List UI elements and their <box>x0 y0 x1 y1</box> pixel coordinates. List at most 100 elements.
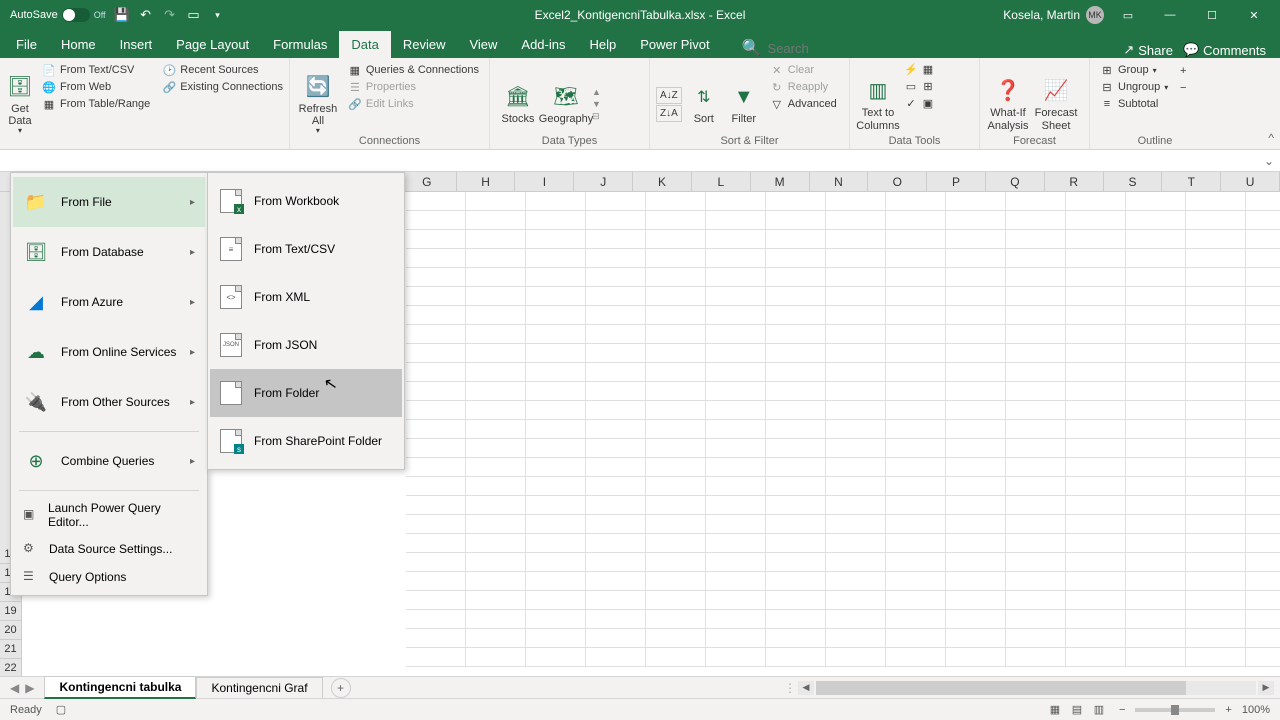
cell[interactable] <box>886 287 946 306</box>
gallery-up-icon[interactable]: ▲ <box>592 87 601 97</box>
cell[interactable] <box>1126 553 1186 572</box>
cell[interactable] <box>646 230 706 249</box>
cell[interactable] <box>946 648 1006 667</box>
cell[interactable] <box>706 230 766 249</box>
tab-insert[interactable]: Insert <box>108 31 165 58</box>
subtotal-button[interactable]: ≡Subtotal <box>1096 96 1172 112</box>
column-header[interactable]: H <box>457 172 516 191</box>
cell[interactable] <box>1246 382 1280 401</box>
cell[interactable] <box>706 249 766 268</box>
cell[interactable] <box>406 230 466 249</box>
cell[interactable] <box>406 287 466 306</box>
cell[interactable] <box>406 629 466 648</box>
advanced-button[interactable]: ▽Advanced <box>766 96 841 112</box>
cell[interactable] <box>946 268 1006 287</box>
row-header[interactable]: 19 <box>0 602 22 621</box>
cell[interactable] <box>886 534 946 553</box>
cell[interactable] <box>466 591 526 610</box>
cell[interactable] <box>466 477 526 496</box>
cell[interactable] <box>1246 401 1280 420</box>
cell[interactable] <box>586 629 646 648</box>
cell[interactable] <box>406 610 466 629</box>
cell[interactable] <box>1126 249 1186 268</box>
cell[interactable] <box>706 496 766 515</box>
cell[interactable] <box>646 610 706 629</box>
cell[interactable] <box>526 534 586 553</box>
hscroll-grip-icon[interactable]: ⋮ <box>784 681 796 695</box>
cell[interactable] <box>1006 534 1066 553</box>
cell[interactable] <box>1006 629 1066 648</box>
cell[interactable] <box>526 268 586 287</box>
cell[interactable] <box>946 572 1006 591</box>
cell[interactable] <box>646 363 706 382</box>
cell[interactable] <box>586 572 646 591</box>
cell[interactable] <box>586 192 646 211</box>
cell[interactable] <box>1246 534 1280 553</box>
cell[interactable] <box>586 515 646 534</box>
cell[interactable] <box>886 477 946 496</box>
cell[interactable] <box>706 401 766 420</box>
cell[interactable] <box>526 382 586 401</box>
cell[interactable] <box>1006 344 1066 363</box>
cell[interactable] <box>946 325 1006 344</box>
new-sheet-button[interactable]: + <box>331 678 351 698</box>
cell[interactable] <box>886 192 946 211</box>
cell[interactable] <box>586 325 646 344</box>
cell[interactable] <box>946 458 1006 477</box>
cell[interactable] <box>646 458 706 477</box>
cell[interactable] <box>946 306 1006 325</box>
column-header[interactable]: I <box>515 172 574 191</box>
cell[interactable] <box>1066 591 1126 610</box>
cell[interactable] <box>946 230 1006 249</box>
cell[interactable] <box>886 439 946 458</box>
formula-bar-expand-icon[interactable]: ⌄ <box>1258 154 1280 168</box>
cell[interactable] <box>946 363 1006 382</box>
cell[interactable] <box>1006 382 1066 401</box>
cell[interactable] <box>586 344 646 363</box>
menu-combine-queries[interactable]: ⊕ Combine Queries ▸ <box>13 436 205 486</box>
cell[interactable] <box>1006 230 1066 249</box>
cell[interactable] <box>826 230 886 249</box>
cell[interactable] <box>766 515 826 534</box>
sort-za-button[interactable]: Z↓A <box>656 105 682 122</box>
cell[interactable] <box>466 287 526 306</box>
cell[interactable] <box>886 610 946 629</box>
cell[interactable] <box>1246 230 1280 249</box>
cell[interactable] <box>1006 515 1066 534</box>
cell[interactable] <box>1006 268 1066 287</box>
cell[interactable] <box>706 420 766 439</box>
cell[interactable] <box>406 572 466 591</box>
tab-addins[interactable]: Add-ins <box>509 31 577 58</box>
tab-help[interactable]: Help <box>577 31 628 58</box>
cell[interactable] <box>766 458 826 477</box>
from-table-range-button[interactable]: ▦From Table/Range <box>38 96 154 112</box>
cell[interactable] <box>706 363 766 382</box>
from-text-csv-button[interactable]: 📄From Text/CSV <box>38 62 154 78</box>
cell[interactable] <box>766 648 826 667</box>
cell[interactable] <box>1186 420 1246 439</box>
cell[interactable] <box>1066 287 1126 306</box>
tab-formulas[interactable]: Formulas <box>261 31 339 58</box>
cell[interactable] <box>526 496 586 515</box>
cell[interactable] <box>1126 534 1186 553</box>
cell[interactable] <box>1126 344 1186 363</box>
cell[interactable] <box>826 572 886 591</box>
cell[interactable] <box>1126 420 1186 439</box>
cell[interactable] <box>1006 211 1066 230</box>
cell[interactable] <box>886 553 946 572</box>
column-header[interactable]: L <box>692 172 751 191</box>
cell[interactable] <box>1126 363 1186 382</box>
cell[interactable] <box>826 268 886 287</box>
view-page-layout-icon[interactable]: ▤ <box>1067 702 1087 718</box>
submenu-from-workbook[interactable]: From Workbook <box>210 177 402 225</box>
cell[interactable] <box>466 363 526 382</box>
cell[interactable] <box>1186 572 1246 591</box>
cell[interactable] <box>1006 553 1066 572</box>
cell[interactable] <box>1186 401 1246 420</box>
user-name[interactable]: Kosela, Martin <box>1003 8 1080 22</box>
cell[interactable] <box>766 420 826 439</box>
cell[interactable] <box>946 439 1006 458</box>
cell[interactable] <box>646 306 706 325</box>
cell[interactable] <box>466 344 526 363</box>
cell[interactable] <box>1066 477 1126 496</box>
